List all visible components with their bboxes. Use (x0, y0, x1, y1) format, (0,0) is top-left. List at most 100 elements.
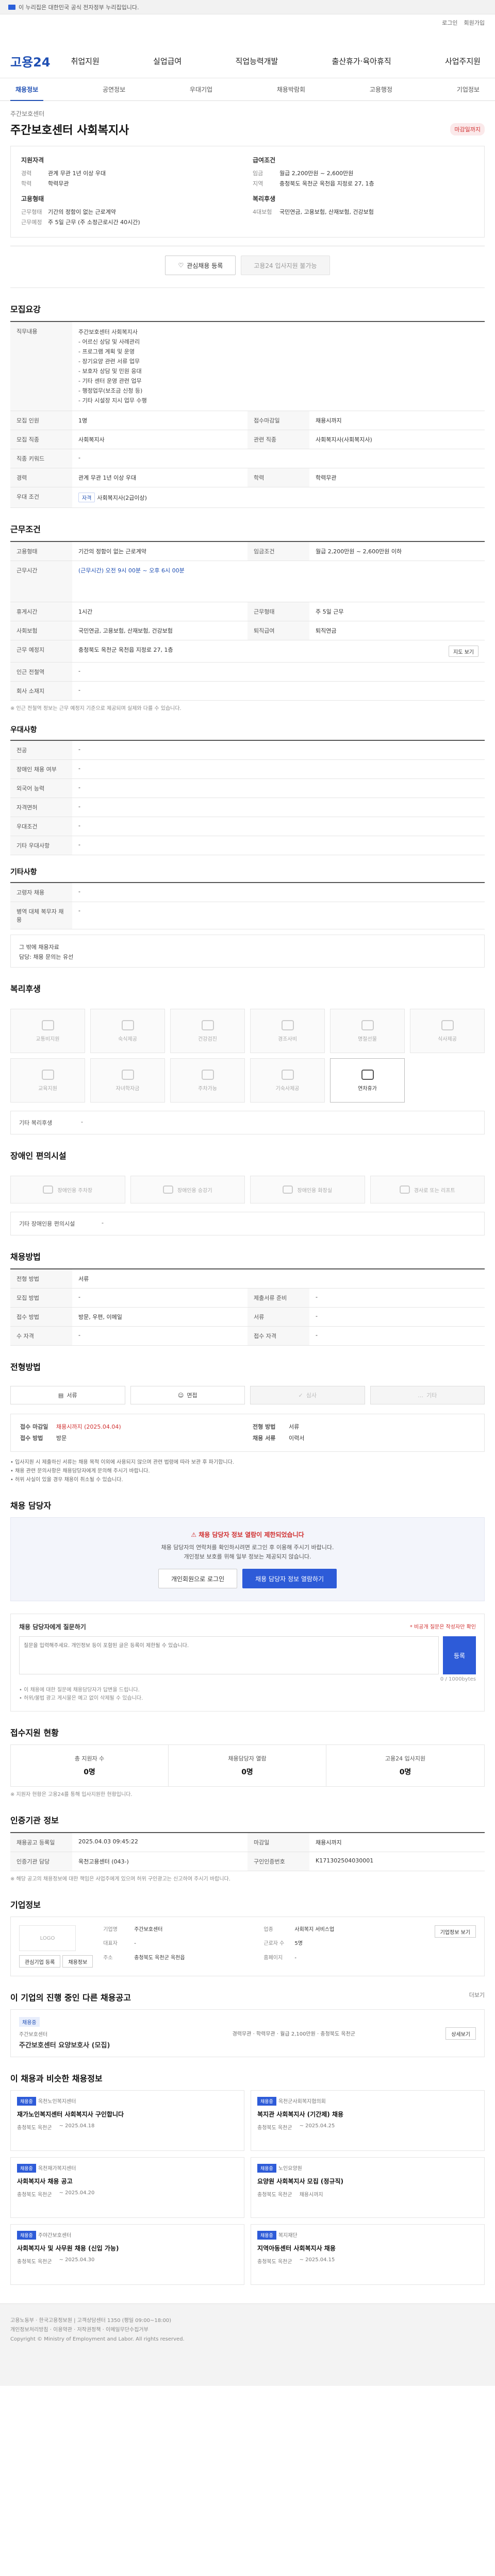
envelope-icon (281, 1020, 294, 1030)
facility-label: 장애인용 주차장 (57, 1188, 93, 1194)
gnb-item[interactable]: 출산휴가·육아휴직 (328, 56, 395, 66)
site-logo[interactable]: 고용24 (10, 52, 51, 70)
field-value: K171302504030001 (309, 1852, 485, 1871)
field-key: 기타 우대사항 (10, 836, 72, 855)
bus-icon (41, 1020, 54, 1030)
join-link[interactable]: 회원가입 (464, 19, 485, 27)
question-input[interactable] (19, 1636, 439, 1674)
job-actions: ♡ 관심채용 등록 고용24 입사지원 불가능 (10, 246, 485, 288)
login-link[interactable]: 로그인 (442, 19, 457, 27)
work-table: 고용형태 기간의 정함이 없는 근로계약 임금조건 월급 2,200만원 ~ 2,6… (10, 541, 485, 701)
recommend-card[interactable]: 채용중 옥천재가복지센터 사회복지사 채용 공고 충청북도 옥천군 ~ 2025.0… (10, 2157, 244, 2218)
recommend-card[interactable]: 채용중 주야간보호센터 사회복지사 및 사무원 채용 (신입 가능) 충청북도 옥… (10, 2224, 244, 2285)
card-company: 옥천노인복지센터 (38, 2099, 76, 2105)
interest-button[interactable]: ♡ 관심채용 등록 (165, 256, 236, 275)
warning-icon: ⚠ (191, 1531, 199, 1538)
field-value: - (72, 741, 485, 760)
status-value: 0명 (399, 1768, 411, 1776)
field-key: 전형 방법 (253, 1423, 276, 1430)
gnb-item[interactable]: 사업주지원 (441, 56, 485, 66)
gnb-item[interactable]: 직업능력개발 (231, 56, 282, 66)
wheelchair-icon (399, 1185, 410, 1194)
login-button[interactable]: 개인회원으로 로그인 (158, 1569, 238, 1588)
field-value: - (72, 1289, 248, 1308)
map-button[interactable]: 지도 보기 (449, 646, 478, 657)
check-icon: ✓ (298, 1392, 303, 1399)
elevator-icon (162, 1185, 173, 1194)
welfare-label: 식사제공 (438, 1036, 457, 1042)
summary-key: 경력 (21, 170, 32, 177)
gnb-item[interactable]: 실업급여 (149, 56, 186, 66)
facility-item: 장애인용 승강기 (130, 1176, 245, 1204)
card-company: 주야간보호센터 (38, 2233, 72, 2239)
work-address: 충청북도 옥천군 옥천읍 지정로 27, 1층 지도 보기 (72, 640, 485, 663)
recommend-card[interactable]: 채용중 옥천군사회복지협의회 복지관 사회복지사 (기간제) 채용 충청북도 옥천… (251, 2090, 485, 2151)
work-note: ※ 인근 전철역 정보는 근무 예정지 기준으로 제공되며 실제와 다를 수 있… (10, 706, 182, 711)
field-key: 인증기관 담당 (10, 1852, 72, 1871)
subnav-item[interactable]: 우대기업 (185, 85, 218, 94)
section-title: 채용 담당자 (10, 1501, 52, 1511)
recommend-card[interactable]: 채용중 복지재단 지역아동센터 사회복지사 채용 충청북도 옥천군 ~ 2025.0… (251, 2224, 485, 2285)
company-name[interactable]: 주간보호센터 (10, 109, 485, 118)
bed-icon (121, 1020, 134, 1030)
view-contact-button[interactable]: 채용 담당자 정보 열람하기 (242, 1569, 337, 1588)
section-title: 채용방법 (10, 1252, 41, 1262)
subnav-item[interactable]: 채용정보 (10, 85, 44, 101)
parking-icon (43, 1185, 54, 1194)
calendar-icon (361, 1069, 374, 1080)
subnav-item[interactable]: 기업정보 (452, 85, 485, 94)
subnav-item[interactable]: 공연정보 (97, 85, 130, 94)
field-value: 기간의 정함이 없는 근로계약 (72, 542, 248, 561)
welfare-item-active: 연차휴가 (330, 1058, 405, 1103)
field-key: 근로자 수 (263, 1941, 285, 1947)
question-title: 채용 담당자에게 질문하기 (19, 1623, 86, 1631)
people-icon: ☺ (177, 1392, 184, 1399)
welfare-label: 명절선물 (358, 1036, 377, 1042)
recommend-card[interactable]: 채용중 노인요양원 요양원 사회복지사 모집 (정규직) 충청북도 옥천군 채용시까… (251, 2157, 485, 2218)
field-key: 직종 키워드 (10, 449, 72, 468)
status-badge: 채용중 (17, 2231, 36, 2240)
same-detail-button[interactable]: 상세보기 (446, 2027, 476, 2040)
card-location: 충청북도 옥천군 (257, 2259, 292, 2265)
subnav-item[interactable]: 고용행정 (365, 85, 398, 94)
recommend-card[interactable]: 채용중 옥천노인복지센터 재가노인복지센터 사회복지사 구인합니다 충청북도 옥천… (10, 2090, 244, 2151)
summary-value: 기간의 정함이 없는 근로계약 (48, 209, 116, 215)
summary-heading: 복리후생 (253, 195, 276, 202)
field-key: 주소 (103, 1955, 113, 1961)
same-company-job[interactable]: 채용중 주간보호센터 주간보호센터 요양보호사 (모집) 경력무관 · 학력무관… (10, 2009, 485, 2057)
recruit-table: 모집 인원 1명 접수마감일 채용시까지 모집 직종 사회복지사 관련 직종 사회복지사… (10, 411, 485, 508)
field-value: 국민연금, 고용보험, 산재보험, 건강보험 (72, 621, 248, 640)
summary-heading: 급여조건 (253, 157, 276, 164)
card-title: 재가노인복지센터 사회복지사 구인합니다 (17, 2111, 124, 2118)
subnav-item[interactable]: 채용박람회 (272, 85, 310, 94)
step-label: 면접 (187, 1392, 197, 1399)
status-badge: 채용중 (17, 2097, 36, 2106)
field-key: 모집 직종 (10, 430, 72, 449)
field-key: 경력 (10, 468, 72, 487)
field-key: 업종 (263, 1927, 273, 1933)
facility-grid: 장애인용 주차장 장애인용 승강기 장애인용 화장실 경사로 또는 리프트 (10, 1167, 485, 1212)
more-icon: … (418, 1392, 424, 1399)
summary-value: 학력무관 (48, 180, 69, 187)
step-label: 기타 (426, 1392, 437, 1399)
etc-table: 고령자 채용 - 병역 대체 복무자 채용 - (10, 882, 485, 929)
company-detail-button[interactable]: 기업정보 보기 (434, 1925, 476, 1938)
field-value: - (72, 779, 485, 798)
parking-icon (201, 1069, 214, 1080)
section-title: 장애인 편의시설 (10, 1151, 67, 1161)
gnb-item[interactable]: 취업지원 (67, 56, 104, 66)
company-jobs-button[interactable]: 채용정보 (62, 1955, 93, 1968)
question-notes: • 이 채용에 대한 질문에 채용담당자가 답변을 드립니다. • 허위/불법 … (19, 1687, 143, 1701)
more-link[interactable]: 더보기 (469, 1991, 485, 2003)
interest-company-button[interactable]: 관심기업 등록 (19, 1955, 61, 1968)
field-key: 기타 장애인용 편의시설 (19, 1221, 75, 1227)
welfare-label: 숙식제공 (118, 1036, 137, 1042)
question-submit-button[interactable]: 등록 (443, 1636, 476, 1674)
same-company: 주간보호센터 (19, 2032, 48, 2038)
apply-button[interactable]: 고용24 입사지원 불가능 (241, 256, 330, 275)
section-title: 접수지원 현황 (10, 1728, 59, 1738)
field-value: 옥천고용센터 (043-) (72, 1852, 248, 1871)
section-title: 우대사항 (10, 726, 37, 734)
summary-value: 주 5일 근무 (주 소정근로시간 40시간) (48, 219, 140, 226)
section-title: 기타사항 (10, 868, 37, 876)
